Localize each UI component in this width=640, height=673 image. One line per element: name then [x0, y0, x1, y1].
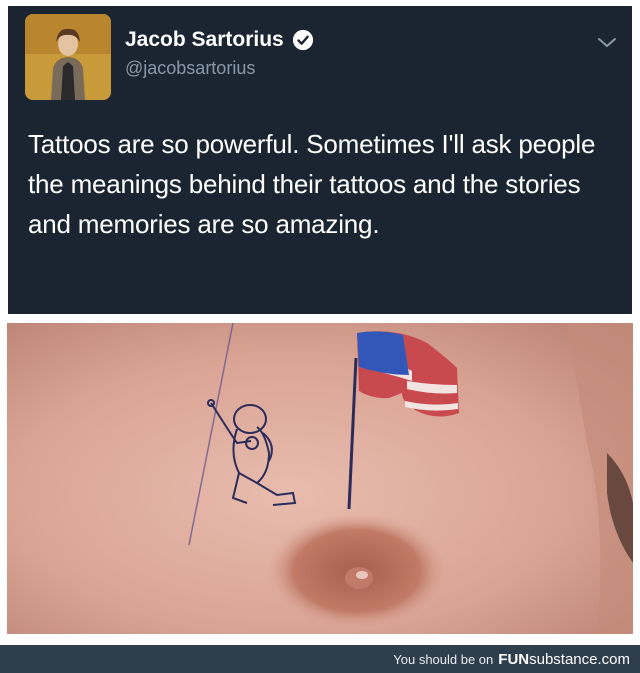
avatar-image	[25, 14, 111, 100]
tattoo-photo	[7, 323, 633, 634]
brand-fun: FUN	[498, 650, 530, 668]
author-name[interactable]: Jacob Sartorius	[125, 28, 284, 52]
author-row: Jacob Sartorius	[125, 28, 314, 52]
footer-brand[interactable]: FUNsubstance.com	[498, 651, 630, 668]
verified-badge-icon	[292, 29, 313, 51]
brand-substance: substance.com	[529, 650, 630, 668]
avatar[interactable]	[25, 14, 111, 100]
footer-prefix: You should be on	[393, 651, 494, 667]
tattoo-photo-image	[7, 323, 633, 634]
tweet-text: Tattoos are so powerful. Sometimes I'll …	[28, 129, 596, 239]
watermark-footer: You should be on FUNsubstance.com	[0, 645, 640, 673]
author-handle[interactable]: @jacobsartorius	[125, 58, 255, 79]
chevron-down-icon[interactable]	[596, 36, 618, 50]
tweet-card: Jacob Sartorius @jacobsartorius Tattoos …	[8, 6, 632, 314]
